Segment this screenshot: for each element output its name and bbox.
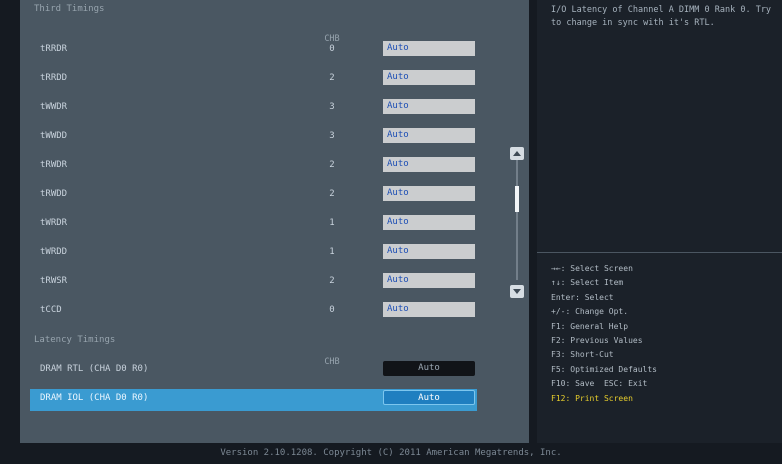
key-hint: F1: General Help — [551, 321, 629, 331]
setting-row-twwdd[interactable]: tWWDD 3 Auto — [30, 127, 477, 149]
key-hint: Enter: Select — [551, 292, 614, 302]
key-hint: +/-: Change Opt. — [551, 307, 629, 317]
setting-row-trwdr[interactable]: tRWDR 2 Auto — [30, 156, 477, 178]
key-hint: F2: Previous Values — [551, 336, 643, 346]
setting-label: tRRDD — [40, 73, 68, 83]
setting-row-twrdr[interactable]: tWRDR 1 Auto — [30, 214, 477, 236]
key-hint-print-screen: F12: Print Screen — [551, 393, 633, 403]
key-legend: →←: Select Screen ↑↓: Select Item Enter:… — [551, 262, 657, 406]
setting-value-field[interactable]: Auto — [383, 70, 475, 85]
setting-row-tccd[interactable]: tCCD 0 Auto — [30, 301, 477, 323]
setting-label: tRWSR — [40, 276, 68, 286]
setting-label: tWWDR — [40, 102, 68, 112]
help-panel: I/O Latency of Channel A DIMM 0 Rank 0. … — [537, 0, 782, 443]
chb-value: 1 — [329, 247, 335, 257]
setting-label: tWRDD — [40, 247, 68, 257]
chb-value: 3 — [329, 102, 335, 112]
arrow-up-icon — [513, 151, 521, 156]
key-hint: →←: Select Screen — [551, 264, 633, 273]
key-hint: F3: Short-Cut — [551, 350, 614, 360]
chb-value: 2 — [329, 160, 335, 170]
setting-value-field[interactable]: Auto — [383, 244, 475, 259]
arrow-down-icon — [513, 289, 521, 294]
section-title-latency-timings: Latency Timings — [34, 335, 116, 345]
setting-label: DRAM RTL (CHA D0 R0) — [40, 364, 149, 374]
setting-label: DRAM IOL (CHA D0 R0) — [40, 393, 149, 403]
setting-row-twwdr[interactable]: tWWDR 3 Auto — [30, 98, 477, 120]
setting-row-trrdr[interactable]: tRRDR 0 Auto — [30, 40, 477, 62]
setting-value-field[interactable]: Auto — [383, 186, 475, 201]
setting-row-dram-rtl[interactable]: DRAM RTL (CHA D0 R0) Auto — [30, 360, 477, 382]
setting-label: tRRDR — [40, 44, 68, 54]
setting-value-field[interactable]: Auto — [383, 128, 475, 143]
scroll-up-button[interactable] — [510, 147, 524, 160]
key-hint: F10: Save ESC: Exit — [551, 379, 648, 389]
setting-value-field[interactable]: Auto — [383, 361, 475, 376]
setting-value-field[interactable]: Auto — [383, 41, 475, 56]
setting-label: tRWDD — [40, 189, 68, 199]
help-divider — [537, 252, 782, 253]
setting-label: tWRDR — [40, 218, 68, 228]
chb-value: 3 — [329, 131, 335, 141]
setting-row-trwsr[interactable]: tRWSR 2 Auto — [30, 272, 477, 294]
scroll-down-button[interactable] — [510, 285, 524, 298]
setting-value-field[interactable]: Auto — [383, 99, 475, 114]
setting-label: tCCD — [40, 305, 62, 315]
setting-row-twrdd[interactable]: tWRDD 1 Auto — [30, 243, 477, 265]
setting-value-field[interactable]: Auto — [383, 215, 475, 230]
setting-label: tRWDR — [40, 160, 68, 170]
setting-value-field[interactable]: Auto — [383, 390, 475, 405]
chb-value: 2 — [329, 189, 335, 199]
chb-value: 0 — [329, 44, 335, 54]
key-hint: ↑↓: Select Item — [551, 278, 624, 288]
chb-value: 1 — [329, 218, 335, 228]
setting-value-field[interactable]: Auto — [383, 157, 475, 172]
setting-value-field[interactable]: Auto — [383, 273, 475, 288]
chb-value: 0 — [329, 305, 335, 315]
setting-value-field[interactable]: Auto — [383, 302, 475, 317]
chb-value: 2 — [329, 73, 335, 83]
scrollbar-track[interactable] — [516, 160, 518, 280]
version-footer: Version 2.10.1208. Copyright (C) 2011 Am… — [220, 448, 562, 458]
section-title-third-timings: Third Timings — [34, 4, 105, 14]
chb-value: 2 — [329, 276, 335, 286]
setting-label: tWWDD — [40, 131, 68, 141]
key-hint: F5: Optimized Defaults — [551, 364, 657, 374]
help-description: I/O Latency of Channel A DIMM 0 Rank 0. … — [551, 5, 777, 28]
setting-row-trrdd[interactable]: tRRDD 2 Auto — [30, 69, 477, 91]
settings-panel: Third Timings CHB tRRDR 0 Auto tRRDD 2 A… — [20, 0, 529, 443]
setting-row-trwdd[interactable]: tRWDD 2 Auto — [30, 185, 477, 207]
setting-row-dram-iol-selected[interactable]: DRAM IOL (CHA D0 R0) Auto — [30, 389, 477, 411]
scrollbar-thumb[interactable] — [515, 186, 519, 212]
